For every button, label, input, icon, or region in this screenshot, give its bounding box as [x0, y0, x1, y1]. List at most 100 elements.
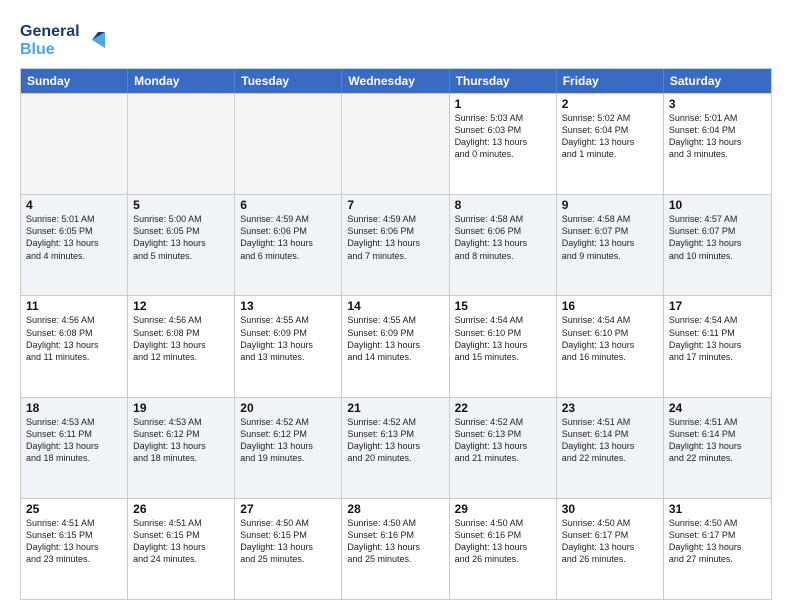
cal-cell-row4-col6: 31Sunrise: 4:50 AM Sunset: 6:17 PM Dayli…	[664, 499, 771, 599]
day-info: Sunrise: 4:54 AM Sunset: 6:11 PM Dayligh…	[669, 314, 766, 363]
day-info: Sunrise: 4:50 AM Sunset: 6:17 PM Dayligh…	[669, 517, 766, 566]
day-info: Sunrise: 5:01 AM Sunset: 6:04 PM Dayligh…	[669, 112, 766, 161]
cal-cell-row4-col0: 25Sunrise: 4:51 AM Sunset: 6:15 PM Dayli…	[21, 499, 128, 599]
day-info: Sunrise: 4:54 AM Sunset: 6:10 PM Dayligh…	[562, 314, 658, 363]
day-number: 2	[562, 97, 658, 111]
day-number: 26	[133, 502, 229, 516]
cal-cell-row1-col1: 5Sunrise: 5:00 AM Sunset: 6:05 PM Daylig…	[128, 195, 235, 295]
cal-cell-row4-col3: 28Sunrise: 4:50 AM Sunset: 6:16 PM Dayli…	[342, 499, 449, 599]
day-number: 3	[669, 97, 766, 111]
calendar-row-4: 25Sunrise: 4:51 AM Sunset: 6:15 PM Dayli…	[21, 498, 771, 599]
day-number: 17	[669, 299, 766, 313]
day-info: Sunrise: 4:56 AM Sunset: 6:08 PM Dayligh…	[26, 314, 122, 363]
calendar-row-3: 18Sunrise: 4:53 AM Sunset: 6:11 PM Dayli…	[21, 397, 771, 498]
cal-cell-row1-col3: 7Sunrise: 4:59 AM Sunset: 6:06 PM Daylig…	[342, 195, 449, 295]
day-number: 10	[669, 198, 766, 212]
cal-cell-row3-col1: 19Sunrise: 4:53 AM Sunset: 6:12 PM Dayli…	[128, 398, 235, 498]
day-info: Sunrise: 4:57 AM Sunset: 6:07 PM Dayligh…	[669, 213, 766, 262]
day-number: 30	[562, 502, 658, 516]
calendar: SundayMondayTuesdayWednesdayThursdayFrid…	[20, 68, 772, 600]
cal-cell-row4-col5: 30Sunrise: 4:50 AM Sunset: 6:17 PM Dayli…	[557, 499, 664, 599]
cal-cell-row1-col2: 6Sunrise: 4:59 AM Sunset: 6:06 PM Daylig…	[235, 195, 342, 295]
cal-cell-row0-col4: 1Sunrise: 5:03 AM Sunset: 6:03 PM Daylig…	[450, 94, 557, 194]
day-number: 7	[347, 198, 443, 212]
day-info: Sunrise: 4:55 AM Sunset: 6:09 PM Dayligh…	[240, 314, 336, 363]
day-info: Sunrise: 4:50 AM Sunset: 6:17 PM Dayligh…	[562, 517, 658, 566]
cal-cell-row0-col1	[128, 94, 235, 194]
cal-cell-row2-col0: 11Sunrise: 4:56 AM Sunset: 6:08 PM Dayli…	[21, 296, 128, 396]
calendar-row-2: 11Sunrise: 4:56 AM Sunset: 6:08 PM Dayli…	[21, 295, 771, 396]
header: General Blue	[20, 18, 772, 60]
day-number: 5	[133, 198, 229, 212]
weekday-header-wednesday: Wednesday	[342, 69, 449, 93]
weekday-header-monday: Monday	[128, 69, 235, 93]
day-info: Sunrise: 4:51 AM Sunset: 6:14 PM Dayligh…	[562, 416, 658, 465]
day-number: 14	[347, 299, 443, 313]
weekday-header-thursday: Thursday	[450, 69, 557, 93]
logo: General Blue	[20, 18, 110, 60]
svg-text:General: General	[20, 23, 80, 40]
day-number: 11	[26, 299, 122, 313]
day-number: 31	[669, 502, 766, 516]
cal-cell-row3-col2: 20Sunrise: 4:52 AM Sunset: 6:12 PM Dayli…	[235, 398, 342, 498]
logo-svg: General Blue	[20, 18, 110, 60]
day-number: 22	[455, 401, 551, 415]
cal-cell-row3-col4: 22Sunrise: 4:52 AM Sunset: 6:13 PM Dayli…	[450, 398, 557, 498]
day-number: 9	[562, 198, 658, 212]
cal-cell-row1-col6: 10Sunrise: 4:57 AM Sunset: 6:07 PM Dayli…	[664, 195, 771, 295]
day-info: Sunrise: 5:03 AM Sunset: 6:03 PM Dayligh…	[455, 112, 551, 161]
day-info: Sunrise: 4:59 AM Sunset: 6:06 PM Dayligh…	[240, 213, 336, 262]
cal-cell-row4-col1: 26Sunrise: 4:51 AM Sunset: 6:15 PM Dayli…	[128, 499, 235, 599]
day-number: 27	[240, 502, 336, 516]
cal-cell-row2-col6: 17Sunrise: 4:54 AM Sunset: 6:11 PM Dayli…	[664, 296, 771, 396]
day-info: Sunrise: 4:51 AM Sunset: 6:15 PM Dayligh…	[133, 517, 229, 566]
cal-cell-row2-col5: 16Sunrise: 4:54 AM Sunset: 6:10 PM Dayli…	[557, 296, 664, 396]
calendar-body: 1Sunrise: 5:03 AM Sunset: 6:03 PM Daylig…	[21, 93, 771, 599]
day-number: 19	[133, 401, 229, 415]
cal-cell-row2-col4: 15Sunrise: 4:54 AM Sunset: 6:10 PM Dayli…	[450, 296, 557, 396]
day-info: Sunrise: 4:53 AM Sunset: 6:11 PM Dayligh…	[26, 416, 122, 465]
day-info: Sunrise: 5:01 AM Sunset: 6:05 PM Dayligh…	[26, 213, 122, 262]
day-number: 6	[240, 198, 336, 212]
cal-cell-row4-col2: 27Sunrise: 4:50 AM Sunset: 6:15 PM Dayli…	[235, 499, 342, 599]
day-info: Sunrise: 4:58 AM Sunset: 6:07 PM Dayligh…	[562, 213, 658, 262]
svg-text:Blue: Blue	[20, 41, 55, 58]
day-number: 28	[347, 502, 443, 516]
day-number: 4	[26, 198, 122, 212]
day-number: 21	[347, 401, 443, 415]
day-info: Sunrise: 4:59 AM Sunset: 6:06 PM Dayligh…	[347, 213, 443, 262]
calendar-row-1: 4Sunrise: 5:01 AM Sunset: 6:05 PM Daylig…	[21, 194, 771, 295]
day-number: 1	[455, 97, 551, 111]
cal-cell-row1-col0: 4Sunrise: 5:01 AM Sunset: 6:05 PM Daylig…	[21, 195, 128, 295]
day-number: 15	[455, 299, 551, 313]
weekday-header-tuesday: Tuesday	[235, 69, 342, 93]
day-number: 16	[562, 299, 658, 313]
day-info: Sunrise: 5:00 AM Sunset: 6:05 PM Dayligh…	[133, 213, 229, 262]
day-number: 8	[455, 198, 551, 212]
day-number: 24	[669, 401, 766, 415]
day-info: Sunrise: 4:56 AM Sunset: 6:08 PM Dayligh…	[133, 314, 229, 363]
cal-cell-row0-col6: 3Sunrise: 5:01 AM Sunset: 6:04 PM Daylig…	[664, 94, 771, 194]
day-info: Sunrise: 4:55 AM Sunset: 6:09 PM Dayligh…	[347, 314, 443, 363]
weekday-header-saturday: Saturday	[664, 69, 771, 93]
day-number: 29	[455, 502, 551, 516]
cal-cell-row0-col5: 2Sunrise: 5:02 AM Sunset: 6:04 PM Daylig…	[557, 94, 664, 194]
cal-cell-row4-col4: 29Sunrise: 4:50 AM Sunset: 6:16 PM Dayli…	[450, 499, 557, 599]
cal-cell-row0-col0	[21, 94, 128, 194]
day-info: Sunrise: 4:58 AM Sunset: 6:06 PM Dayligh…	[455, 213, 551, 262]
day-info: Sunrise: 4:53 AM Sunset: 6:12 PM Dayligh…	[133, 416, 229, 465]
cal-cell-row2-col3: 14Sunrise: 4:55 AM Sunset: 6:09 PM Dayli…	[342, 296, 449, 396]
day-number: 25	[26, 502, 122, 516]
day-info: Sunrise: 4:50 AM Sunset: 6:15 PM Dayligh…	[240, 517, 336, 566]
cal-cell-row1-col5: 9Sunrise: 4:58 AM Sunset: 6:07 PM Daylig…	[557, 195, 664, 295]
cal-cell-row1-col4: 8Sunrise: 4:58 AM Sunset: 6:06 PM Daylig…	[450, 195, 557, 295]
day-info: Sunrise: 4:52 AM Sunset: 6:13 PM Dayligh…	[455, 416, 551, 465]
weekday-header-friday: Friday	[557, 69, 664, 93]
cal-cell-row3-col0: 18Sunrise: 4:53 AM Sunset: 6:11 PM Dayli…	[21, 398, 128, 498]
day-info: Sunrise: 5:02 AM Sunset: 6:04 PM Dayligh…	[562, 112, 658, 161]
day-info: Sunrise: 4:50 AM Sunset: 6:16 PM Dayligh…	[455, 517, 551, 566]
day-info: Sunrise: 4:51 AM Sunset: 6:14 PM Dayligh…	[669, 416, 766, 465]
day-info: Sunrise: 4:54 AM Sunset: 6:10 PM Dayligh…	[455, 314, 551, 363]
day-number: 20	[240, 401, 336, 415]
day-info: Sunrise: 4:51 AM Sunset: 6:15 PM Dayligh…	[26, 517, 122, 566]
